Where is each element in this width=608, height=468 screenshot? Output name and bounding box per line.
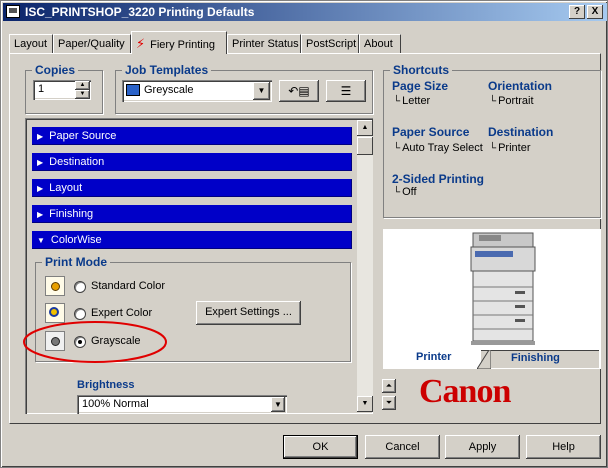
chevron-down-icon[interactable]: ▼ [253, 82, 270, 100]
shortcut-orientation-value: Portrait [489, 95, 533, 107]
manage-templates-icon: ☰ [340, 84, 352, 98]
printer-preview [383, 229, 601, 369]
tab-paper-quality[interactable]: Paper/Quality [53, 34, 131, 53]
save-template-button[interactable]: ↶▤ [279, 80, 319, 102]
highlight-ellipse [23, 321, 167, 363]
tab-label: Printer Status [232, 38, 299, 50]
close-title-button[interactable]: X [587, 5, 603, 19]
shortcut-two-sided-value: Off [393, 186, 416, 198]
section-paper-source[interactable]: ▶ Paper Source [32, 127, 352, 145]
job-template-select[interactable]: Greyscale ▼ [122, 80, 272, 102]
section-label: ColorWise [50, 234, 102, 246]
tab-about[interactable]: About [359, 34, 401, 53]
scrollbar-thumb[interactable] [357, 137, 373, 155]
expand-arrow-icon: ▶ [37, 158, 44, 167]
printing-defaults-dialog: ISC_PRINTSHOP_3220 Printing Defaults ? X… [0, 0, 608, 468]
collapse-arrow-icon: ▼ [37, 236, 45, 245]
tab-label: Layout [14, 38, 48, 50]
preview-tab-printer-label: Printer [416, 351, 452, 363]
tab-postscript[interactable]: PostScript [301, 34, 359, 53]
copies-value: 1 [38, 83, 45, 95]
scroll-bottom-arrow-icon[interactable]: ⏷ [382, 396, 396, 410]
ok-button[interactable]: OK [283, 435, 358, 459]
chevron-down-icon[interactable]: ▼ [271, 397, 285, 412]
printer-illustration [383, 229, 601, 369]
shortcut-orientation-label[interactable]: Orientation [488, 79, 552, 93]
section-finishing[interactable]: ▶ Finishing [32, 205, 352, 223]
section-layout[interactable]: ▶ Layout [32, 179, 352, 197]
tab-fiery-printing[interactable]: ⚡ Fiery Printing [131, 31, 227, 54]
shortcut-destination-label[interactable]: Destination [488, 125, 553, 139]
shortcut-destination-value: Printer [489, 142, 530, 154]
job-template-value: Greyscale [144, 84, 194, 96]
standard-color-label[interactable]: Standard Color [91, 280, 165, 292]
preview-tab-finishing[interactable]: Finishing [477, 350, 599, 369]
tab-label: Paper/Quality [58, 38, 125, 50]
section-label: Layout [49, 182, 83, 194]
tab-label: About [364, 38, 393, 50]
window-title: ISC_PRINTSHOP_3220 Printing Defaults [25, 5, 255, 19]
preview-tab-printer[interactable]: Printer [385, 350, 481, 368]
save-template-icon: ↶▤ [288, 84, 310, 98]
section-colorwise[interactable]: ▼ ColorWise [32, 231, 352, 249]
shortcuts-label: Shortcuts [390, 63, 453, 77]
job-templates-label: Job Templates [122, 63, 212, 77]
scroll-up-arrow-icon[interactable]: ▲ [357, 120, 373, 136]
tab-label: Fiery Printing [150, 39, 215, 51]
tab-slant [477, 350, 491, 369]
copies-label: Copies [32, 63, 79, 77]
copies-up-button[interactable]: ▲ [75, 81, 90, 90]
cancel-button[interactable]: Cancel [365, 435, 440, 459]
template-icon [126, 84, 140, 96]
manage-templates-button[interactable]: ☰ [326, 80, 366, 102]
expand-arrow-icon: ▶ [37, 210, 44, 219]
section-label: Paper Source [49, 130, 117, 142]
section-destination[interactable]: ▶ Destination [32, 153, 352, 171]
shortcut-page-size-value: Letter [393, 95, 430, 107]
brightness-value: 100% Normal [82, 398, 149, 410]
expand-arrow-icon: ▶ [37, 132, 44, 141]
settings-scrollbar[interactable]: ▲ ▼ [357, 120, 373, 412]
print-mode-label: Print Mode [42, 255, 110, 269]
shortcut-two-sided-label[interactable]: 2-Sided Printing [392, 172, 484, 186]
scroll-top-arrow-icon[interactable]: ⏶ [382, 379, 396, 393]
brightness-label: Brightness [77, 379, 135, 391]
scroll-down-arrow-icon[interactable]: ▼ [357, 396, 373, 412]
tab-strip: Layout Paper/Quality ⚡ Fiery Printing Pri… [9, 31, 605, 54]
tab-layout[interactable]: Layout [9, 34, 53, 53]
standard-color-icon [45, 276, 65, 296]
help-title-button[interactable]: ? [569, 5, 585, 19]
brightness-select[interactable]: 100% Normal ▼ [77, 395, 287, 414]
printer-app-icon [6, 5, 20, 18]
copies-down-button[interactable]: ▼ [75, 90, 90, 99]
standard-color-radio[interactable] [74, 281, 86, 293]
shortcut-page-size-label[interactable]: Page Size [392, 79, 448, 93]
shortcut-paper-source-label[interactable]: Paper Source [392, 125, 469, 139]
preview-tab-finishing-label: Finishing [511, 352, 560, 364]
expert-color-label[interactable]: Expert Color [91, 307, 152, 319]
section-label: Finishing [49, 208, 94, 220]
expert-settings-button[interactable]: Expert Settings ... [196, 301, 301, 325]
canon-logo: Canon [419, 373, 511, 410]
title-bar[interactable]: ISC_PRINTSHOP_3220 Printing Defaults ? X [3, 3, 607, 21]
tab-label: PostScript [306, 38, 357, 50]
section-label: Destination [49, 156, 105, 168]
tab-printer-status[interactable]: Printer Status [227, 34, 301, 53]
apply-button[interactable]: Apply [445, 435, 520, 459]
fiery-bolt-icon: ⚡ [136, 36, 146, 51]
expand-arrow-icon: ▶ [37, 184, 44, 193]
help-button[interactable]: Help [526, 435, 601, 459]
shortcut-paper-source-value: Auto Tray Select [393, 142, 483, 154]
